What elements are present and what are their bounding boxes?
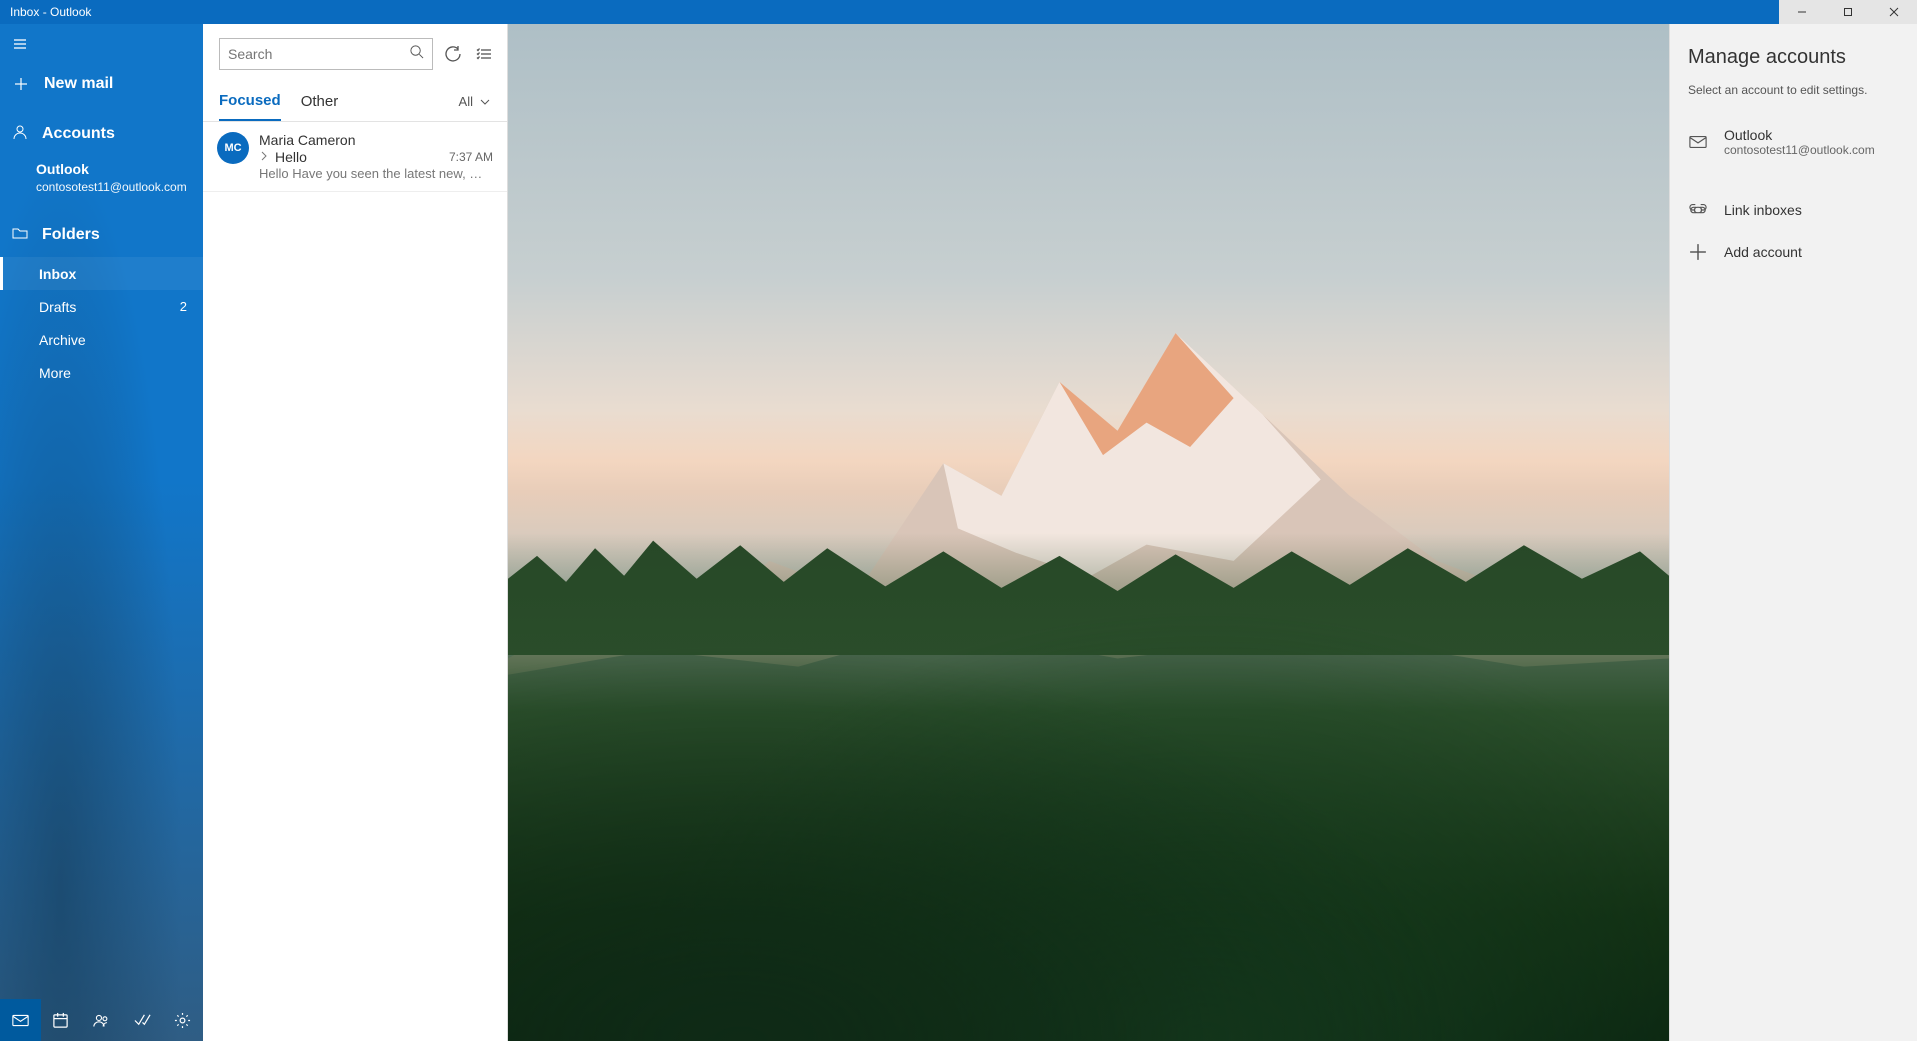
panel-account-name: Outlook [1724,127,1875,143]
panel-subtitle: Select an account to edit settings. [1670,83,1917,115]
search-box[interactable] [219,38,433,70]
selection-mode-button[interactable] [472,40,495,68]
link-inboxes-label: Link inboxes [1724,202,1802,218]
folders-header[interactable]: Folders [0,213,203,257]
manage-accounts-panel: Manage accounts Select an account to edi… [1669,24,1917,1041]
folder-label: Archive [39,332,86,348]
add-account-button[interactable]: Add account [1670,231,1917,273]
folder-list: Inbox Drafts 2 Archive More [0,257,203,389]
sidebar: New mail Accounts Outlook contosotest11@… [0,24,203,1041]
folder-count: 2 [180,299,187,314]
search-input[interactable] [228,46,409,62]
folders-header-label: Folders [42,226,100,244]
sidebar-account-item[interactable]: Outlook contosotest11@outlook.com [0,156,203,203]
window-controls [1779,0,1917,24]
search-icon [409,44,424,64]
chevron-down-icon [479,96,491,108]
sidebar-account-email: contosotest11@outlook.com [36,179,191,195]
window-close-button[interactable] [1871,0,1917,24]
plus-icon [1688,243,1708,261]
avatar: MC [217,132,249,164]
list-check-icon [476,46,492,62]
message-list-column: Focused Other All MC Maria Cameron [203,24,508,1041]
tab-other[interactable]: Other [301,89,339,120]
message-subject: Hello [275,149,307,165]
footer-todo-button[interactable] [122,999,163,1041]
accounts-header[interactable]: Accounts [0,112,203,156]
footer-people-button[interactable] [81,999,122,1041]
inbox-tabs: Focused Other All [203,78,507,122]
calendar-icon [52,1012,69,1029]
mail-icon [12,1012,29,1029]
footer-settings-button[interactable] [162,999,203,1041]
sync-button[interactable] [441,40,464,68]
message-item[interactable]: MC Maria Cameron Hello 7:37 AM Hello Hav… [203,122,507,192]
message-toolbar [203,24,507,78]
filter-label: All [459,94,473,109]
panel-title: Manage accounts [1670,38,1917,83]
window-minimize-button[interactable] [1779,0,1825,24]
footer-calendar-button[interactable] [41,999,82,1041]
reading-pane [508,24,1669,1041]
message-sender: Maria Cameron [259,132,355,148]
refresh-icon [445,46,461,62]
message-preview: Hello Have you seen the latest new, … [259,166,493,181]
footer-mail-button[interactable] [0,999,41,1041]
folder-item-inbox[interactable]: Inbox [0,257,203,290]
folder-item-more[interactable]: More [0,356,203,389]
link-inboxes-button[interactable]: Link inboxes [1670,189,1917,231]
filter-dropdown[interactable]: All [459,94,491,115]
message-time: 7:37 AM [449,150,493,164]
person-icon [12,124,28,145]
folder-label: More [39,365,71,381]
window-title: Inbox - Outlook [10,5,91,19]
sidebar-footer [0,999,203,1041]
title-bar: Inbox - Outlook [0,0,1917,24]
new-mail-label: New mail [44,75,113,93]
folder-label: Inbox [39,266,76,282]
link-icon [1688,201,1708,219]
chevron-right-icon [259,148,269,166]
new-mail-button[interactable]: New mail [0,64,203,104]
sidebar-account-name: Outlook [36,160,191,179]
people-icon [93,1012,110,1029]
folder-item-archive[interactable]: Archive [0,323,203,356]
panel-account-item[interactable]: Outlook contosotest11@outlook.com [1670,115,1917,169]
folder-icon [12,225,28,246]
window-maximize-button[interactable] [1825,0,1871,24]
checkmark-icon [134,1012,151,1029]
gear-icon [174,1012,191,1029]
folder-item-drafts[interactable]: Drafts 2 [0,290,203,323]
plus-icon [12,76,30,92]
accounts-header-label: Accounts [42,125,115,143]
hamburger-button[interactable] [0,24,40,64]
folder-label: Drafts [39,299,76,315]
tab-focused[interactable]: Focused [219,88,281,121]
panel-account-email: contosotest11@outlook.com [1724,143,1875,157]
mail-icon [1688,133,1708,151]
add-account-label: Add account [1724,244,1802,260]
